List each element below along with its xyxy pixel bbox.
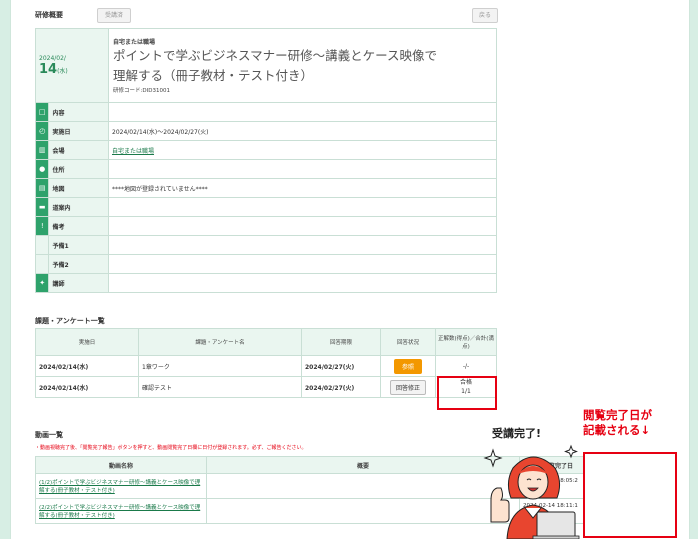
info-row: ● 住所 bbox=[34, 159, 497, 179]
task-name: 確認テスト bbox=[138, 376, 302, 398]
info-value bbox=[108, 235, 497, 255]
info-row: □ 内容 bbox=[34, 102, 497, 122]
course-code: 研修コード:DID31001 bbox=[113, 88, 170, 94]
info-row: ▬ 道案内 bbox=[34, 197, 497, 217]
course-header: 自宅または職場 ポイントで学ぶビジネスマナー研修～講義とケース映像で 理解する（… bbox=[108, 28, 497, 103]
map-pin-icon: ● bbox=[34, 159, 50, 179]
edit-answer-button[interactable]: 回答修正 bbox=[389, 379, 426, 395]
info-value bbox=[108, 273, 497, 293]
info-label: 予備2 bbox=[48, 254, 109, 274]
tasks-table: 実施日 課題・アンケート名 回答期限 回答状況 正解数(得点)／合計(満点) 2… bbox=[35, 328, 497, 398]
info-label: 内容 bbox=[48, 102, 109, 122]
info-value bbox=[108, 197, 497, 217]
info-value: 2024/02/14(水)～2024/02/27(火) bbox=[108, 121, 497, 141]
info-row: ▤ 地図 ****地図が登録されていません**** bbox=[34, 178, 497, 198]
info-label: 実施日 bbox=[48, 121, 109, 141]
page-header: 研修概要 受講済 戻る bbox=[35, 8, 505, 24]
back-button[interactable]: 戻る bbox=[472, 8, 498, 23]
info-row: ▥ 会場 自宅または職場 bbox=[34, 140, 497, 160]
course-day: 14 bbox=[39, 61, 58, 77]
task-score: -/- bbox=[435, 355, 497, 377]
task-status: 参照 bbox=[380, 355, 436, 377]
info-value: 自宅または職場 bbox=[108, 140, 497, 160]
annotation-text: 閲覧完了日が 記載される↓ bbox=[583, 408, 652, 438]
video-link[interactable]: (2/2)ポイントで学ぶビジネスマナー研修～講義とケース映像で理解する(冊子教材… bbox=[39, 505, 200, 519]
task-date: 2024/02/14(水) bbox=[35, 355, 139, 377]
info-label: 道案内 bbox=[48, 197, 109, 217]
video-name-cell: (2/2)ポイントで学ぶビジネスマナー研修～講義とケース映像で理解する(冊子教材… bbox=[35, 498, 207, 524]
course-weekday: (水) bbox=[57, 67, 68, 75]
videos-col-name: 動画名称 bbox=[35, 456, 207, 474]
info-label: 地図 bbox=[48, 178, 109, 198]
tasks-col-deadline: 回答期限 bbox=[301, 328, 381, 356]
info-value bbox=[108, 102, 497, 122]
tasks-col-status: 回答状況 bbox=[380, 328, 436, 356]
info-row: 予備1 bbox=[34, 235, 497, 255]
annotation-line1: 閲覧完了日が bbox=[583, 408, 652, 422]
tasks-col-date: 実施日 bbox=[35, 328, 139, 356]
course-date: 2024/02/ 14(水) bbox=[35, 28, 109, 103]
clock-icon: ◴ bbox=[34, 121, 50, 141]
completion-highlight-box bbox=[583, 452, 677, 538]
tasks-col-score: 正解数(得点)／合計(満点) bbox=[435, 328, 497, 356]
info-row: ! 備考 bbox=[34, 216, 497, 236]
info-label: 会場 bbox=[48, 140, 109, 160]
info-value bbox=[108, 254, 497, 274]
map-icon: ▤ bbox=[34, 178, 50, 198]
venue-link[interactable]: 自宅または職場 bbox=[112, 148, 154, 155]
attended-button[interactable]: 受講済 bbox=[97, 8, 131, 23]
task-status: 回答修正 bbox=[380, 376, 436, 398]
woman-illustration bbox=[490, 456, 580, 539]
info-label: 講師 bbox=[48, 273, 109, 293]
monitor-icon: □ bbox=[34, 102, 50, 122]
icon-cell bbox=[34, 235, 50, 255]
info-row: ◴ 実施日 2024/02/14(水)～2024/02/27(火) bbox=[34, 121, 497, 141]
course-place-type: 自宅または職場 bbox=[113, 39, 156, 46]
task-deadline: 2024/02/27(火) bbox=[301, 355, 381, 377]
info-value: ****地図が登録されていません**** bbox=[108, 178, 497, 198]
task-row: 2024/02/14(水) 1章ワーク 2024/02/27(火) 参照 -/- bbox=[35, 355, 497, 377]
course-title-line2: 理解する（冊子教材・テスト付き） bbox=[113, 68, 314, 83]
exclamation-icon: ! bbox=[34, 216, 50, 236]
tasks-col-name: 課題・アンケート名 bbox=[138, 328, 302, 356]
task-deadline: 2024/02/27(火) bbox=[301, 376, 381, 398]
task-row: 2024/02/14(水) 確認テスト 2024/02/27(火) 回答修正 合… bbox=[35, 376, 497, 398]
info-label: 予備1 bbox=[48, 235, 109, 255]
task-name: 1章ワーク bbox=[138, 355, 302, 377]
task-score-value: -/- bbox=[462, 362, 470, 370]
info-row: ✦ 講師 bbox=[34, 273, 497, 293]
video-name-cell: (1/2)ポイントで学ぶビジネスマナー研修～講義とケース映像で理解する(冊子教材… bbox=[35, 473, 207, 499]
annotation-line2: 記載される↓ bbox=[583, 423, 651, 437]
score-highlight-box bbox=[437, 376, 497, 410]
view-button[interactable]: 参照 bbox=[393, 358, 422, 374]
page-title: 研修概要 bbox=[35, 11, 63, 19]
info-value bbox=[108, 216, 497, 236]
main-panel: 研修概要 受講済 戻る 2024/02/ 14(水) 自宅または職場 ポイントで… bbox=[10, 0, 690, 539]
video-notice: ・動画視聴完了後、「閲覧完了報告」ボタンを押すと、動画閲覧完了日欄に日付が登録さ… bbox=[35, 445, 307, 451]
speech-bubble-icon: ▬ bbox=[34, 197, 50, 217]
videos-section-title: 動画一覧 bbox=[35, 431, 63, 439]
course-info-table: 2024/02/ 14(水) 自宅または職場 ポイントで学ぶビジネスマナー研修～… bbox=[34, 28, 497, 293]
building-icon: ▥ bbox=[34, 140, 50, 160]
info-label: 住所 bbox=[48, 159, 109, 179]
video-link[interactable]: (1/2)ポイントで学ぶビジネスマナー研修～講義とケース映像で理解する(冊子教材… bbox=[39, 480, 200, 494]
course-year-month: 2024/02/ bbox=[39, 54, 66, 62]
info-row: 予備2 bbox=[34, 254, 497, 274]
task-date: 2024/02/14(水) bbox=[35, 376, 139, 398]
tasks-section-title: 課題・アンケート一覧 bbox=[35, 317, 105, 325]
course-title-line1: ポイントで学ぶビジネスマナー研修～講義とケース映像で bbox=[113, 48, 438, 63]
info-label: 備考 bbox=[48, 216, 109, 236]
person-illustration bbox=[483, 444, 580, 539]
info-value bbox=[108, 159, 497, 179]
sparkle-icon: ✦ bbox=[34, 273, 50, 293]
icon-cell bbox=[34, 254, 50, 274]
